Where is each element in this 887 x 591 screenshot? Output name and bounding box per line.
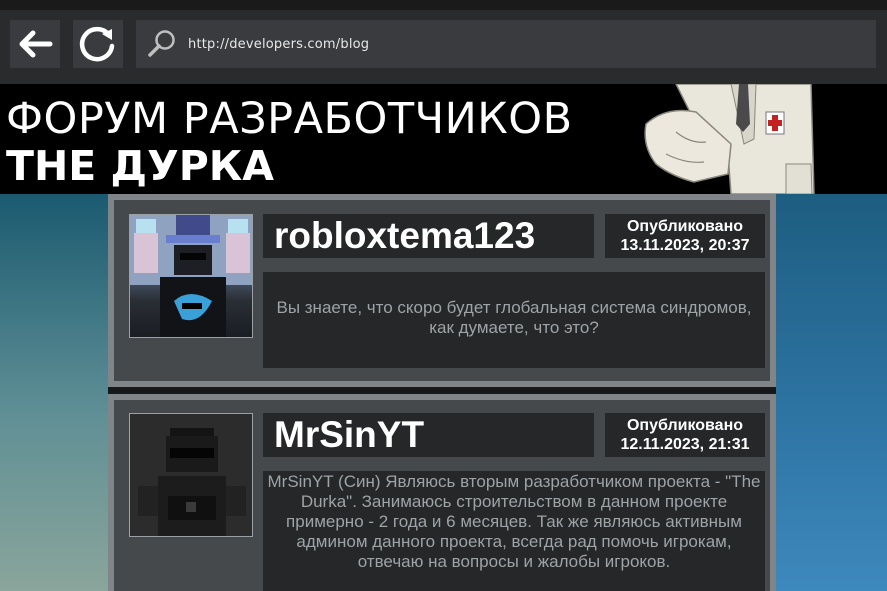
post-card-body: robloxtema123 Опубликовано 13.11.2023, 2…	[114, 200, 770, 381]
url-text[interactable]: http://developers.com/blog	[188, 37, 369, 52]
avatar[interactable]	[129, 413, 253, 537]
post-card-body: MrSinYT Опубликовано 12.11.2023, 21:31 M…	[114, 400, 770, 591]
avatar-mrsinyt-image	[130, 414, 252, 536]
post-date: Опубликовано 12.11.2023, 21:31	[605, 413, 765, 457]
post-message: Вы знаете, что скоро будет глобальная си…	[263, 272, 765, 368]
posts-feed[interactable]: robloxtema123 Опубликовано 13.11.2023, 2…	[108, 194, 776, 591]
back-arrow-icon	[19, 30, 53, 58]
post-username[interactable]: robloxtema123	[263, 214, 594, 258]
post-date-label: Опубликовано	[626, 417, 744, 434]
banner-subtitle: THE ДУРКА	[6, 142, 274, 190]
post-card: robloxtema123 Опубликовано 13.11.2023, 2…	[108, 194, 776, 387]
post-date-value: 12.11.2023, 21:31	[620, 436, 750, 453]
browser-toolbar: http://developers.com/blog	[0, 10, 887, 84]
search-icon	[136, 20, 188, 68]
reload-button[interactable]	[73, 20, 123, 68]
post-date-value: 13.11.2023, 20:37	[620, 237, 750, 254]
avatar-robloxtema123-image	[130, 215, 252, 337]
address-bar[interactable]: http://developers.com/blog	[136, 20, 876, 68]
back-button[interactable]	[10, 20, 60, 68]
background-right-panel	[776, 194, 887, 591]
post-date-label: Опубликовано	[626, 218, 744, 235]
post-card: MrSinYT Опубликовано 12.11.2023, 21:31 M…	[108, 394, 776, 591]
post-date: Опубликовано 13.11.2023, 20:37	[605, 214, 765, 258]
window-top-strip	[0, 0, 887, 10]
post-divider	[108, 387, 776, 394]
doctor-mascot-image	[644, 84, 815, 194]
forum-banner: ФОРУМ РАЗРАБОТЧИКОВ THE ДУРКА	[0, 84, 887, 194]
post-message: MrSinYT (Син) Являюсь вторым разработчик…	[263, 471, 765, 591]
background-left-panel	[0, 194, 108, 591]
post-username[interactable]: MrSinYT	[263, 413, 594, 457]
avatar[interactable]	[129, 214, 253, 338]
reload-icon	[79, 26, 115, 62]
banner-title: ФОРУМ РАЗРАБОТЧИКОВ	[6, 94, 573, 144]
